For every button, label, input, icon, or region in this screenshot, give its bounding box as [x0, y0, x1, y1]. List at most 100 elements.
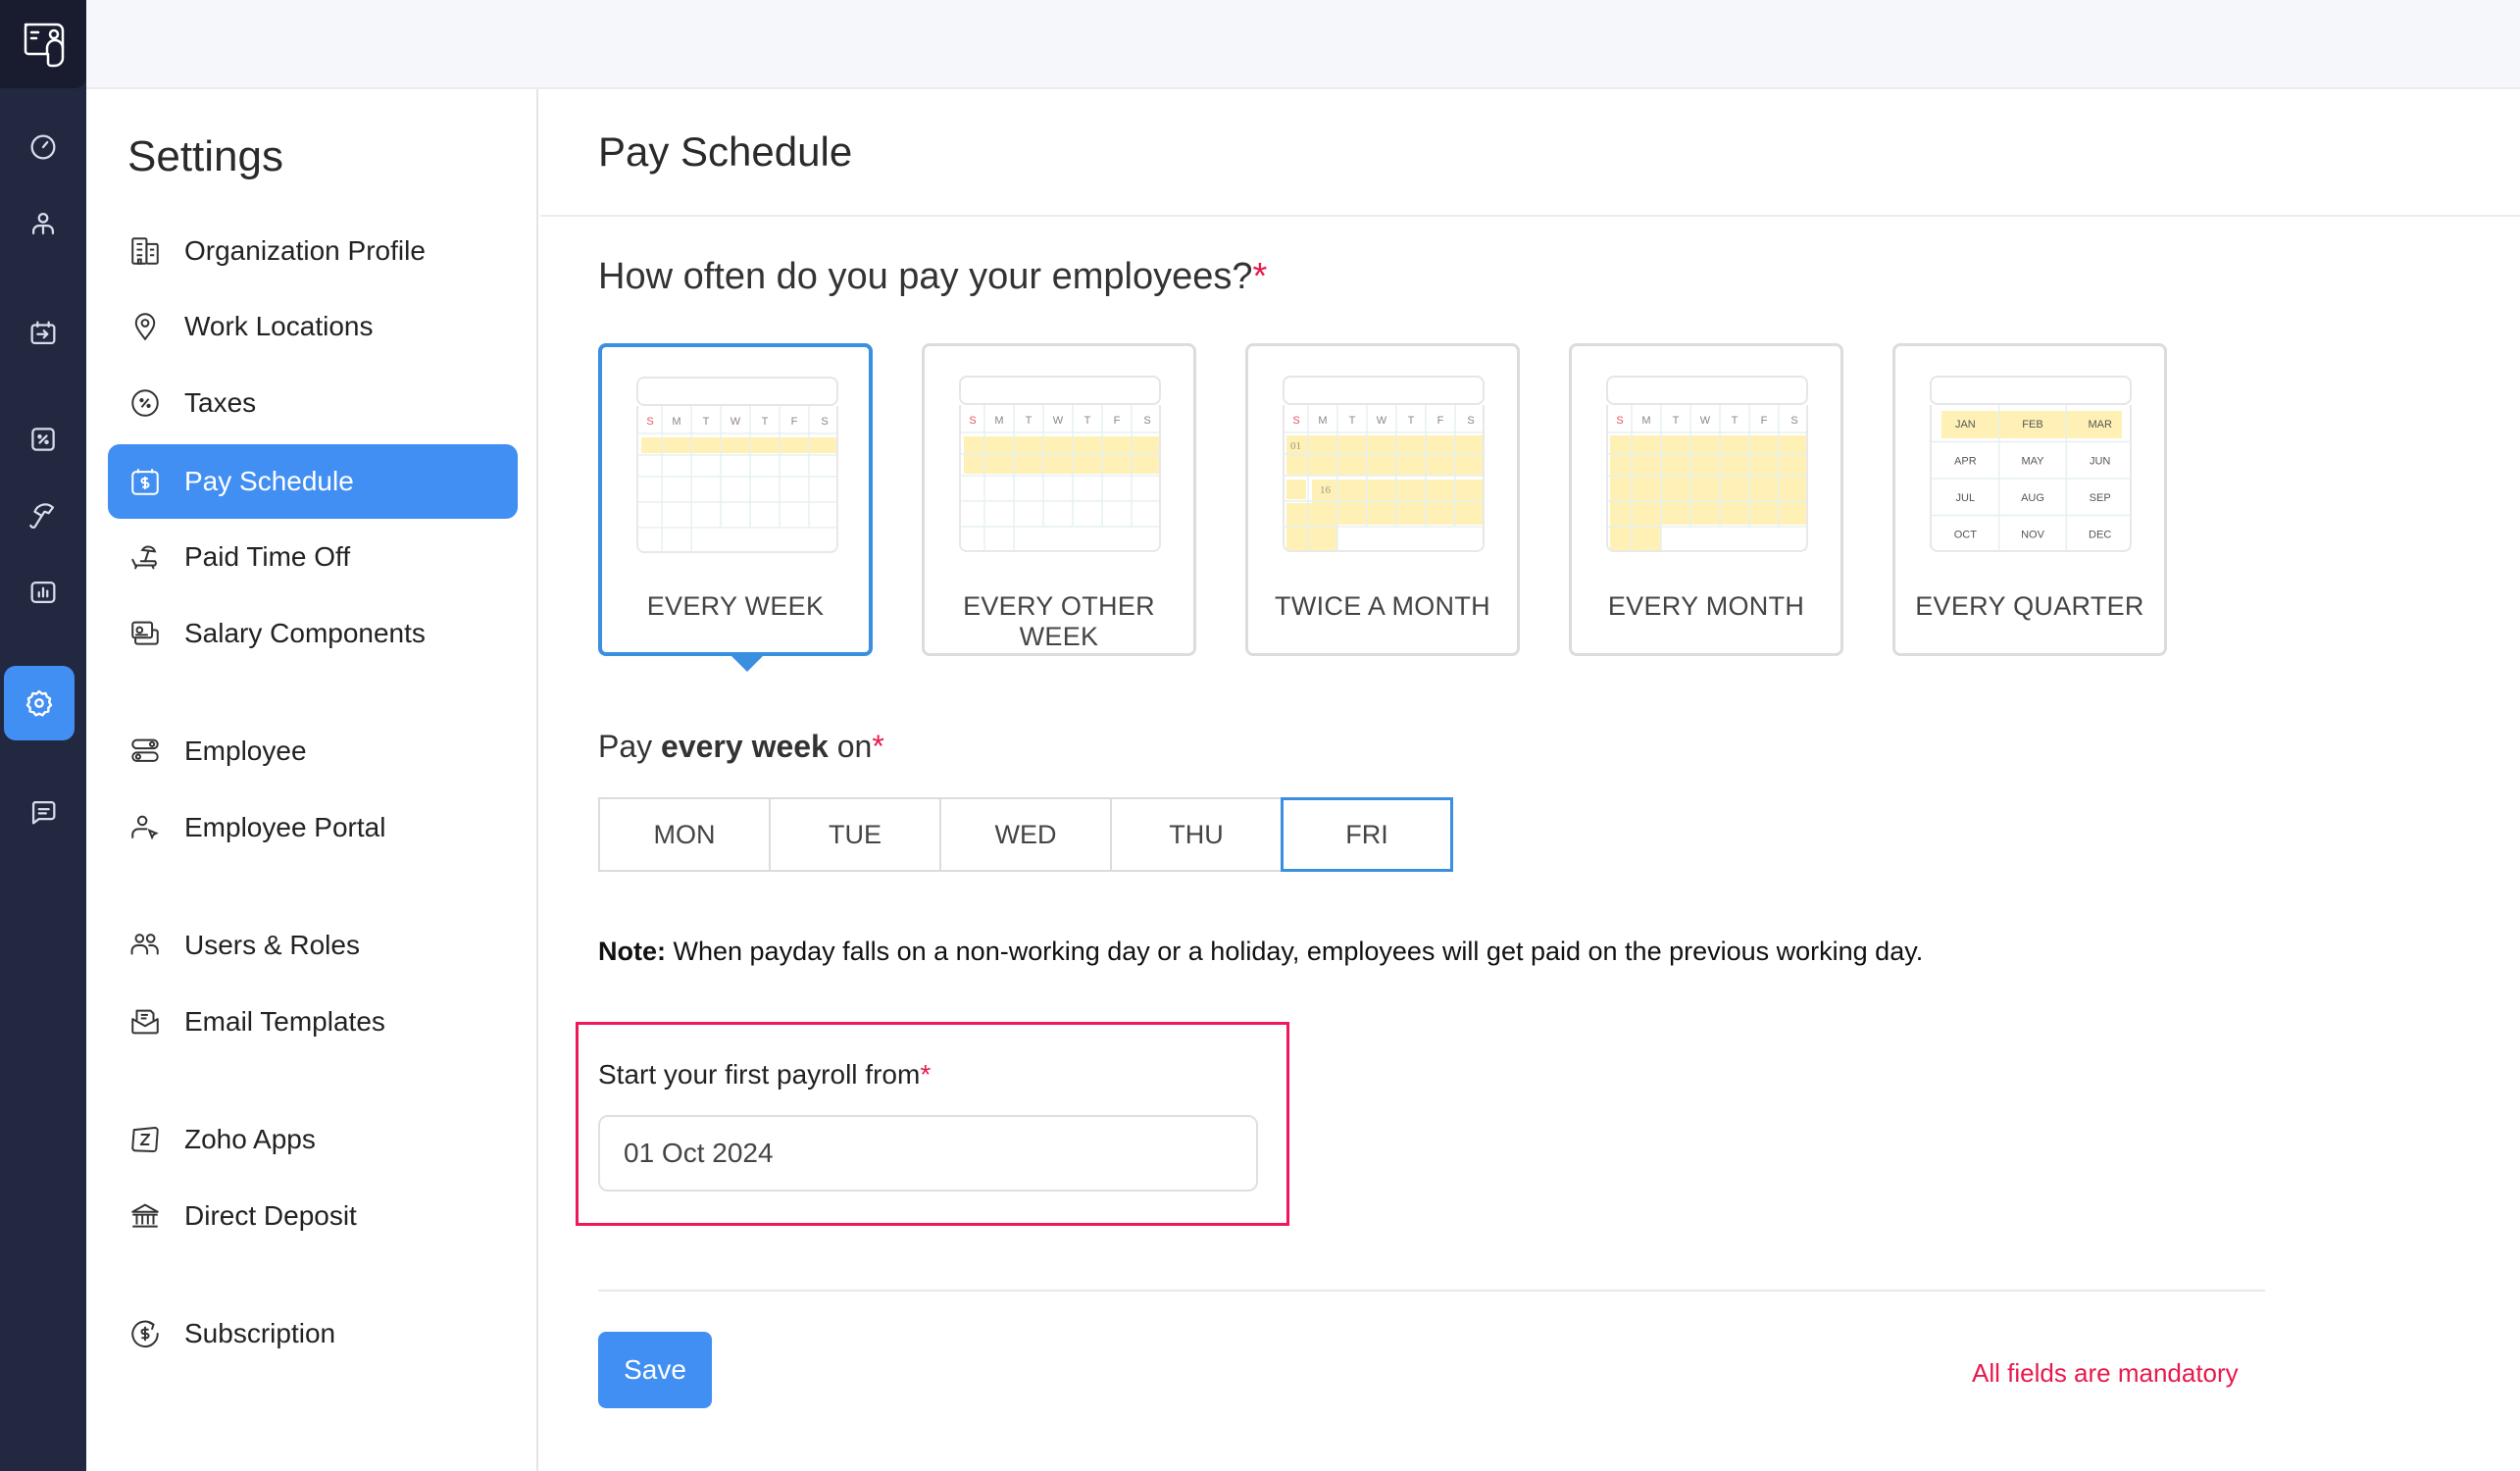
calendar-header-bar: [959, 376, 1161, 405]
settings-item-label: Employee: [184, 736, 307, 766]
settings-item-salary-components[interactable]: Salary Components: [108, 596, 518, 671]
settings-item-employee-portal[interactable]: Employee Portal: [108, 790, 518, 865]
question-text: How often do you pay your employees?: [598, 256, 1253, 297]
day-option-tue[interactable]: TUE: [769, 797, 941, 872]
frequency-card-every-other-week[interactable]: S M T W T F S EVERY OTHER WEEK: [922, 343, 1196, 656]
pay-frequency-question: How often do you pay your employees?*: [598, 256, 1267, 298]
settings-item-label: Work Locations: [184, 311, 374, 341]
rail-benefits[interactable]: [0, 488, 86, 543]
pay-on-suffix: on: [828, 729, 873, 764]
settings-item-users-roles[interactable]: Users & Roles: [108, 908, 518, 983]
feedback-icon: [31, 800, 56, 825]
calendar-header-bar: [636, 377, 838, 406]
payday-note: Note: When payday falls on a non-working…: [598, 937, 1923, 967]
calendar-header-bar: [1283, 376, 1485, 405]
user-cursor-icon: [127, 810, 163, 845]
dashboard-icon: [30, 134, 56, 160]
weekday-letter: F: [791, 416, 798, 428]
calendar-illustration: S M T W T F S 01 16: [1283, 376, 1485, 552]
settings-item-taxes[interactable]: Taxes: [108, 366, 518, 440]
pay-period-highlight: [1610, 525, 1661, 550]
start-date-label-text: Start your first payroll from: [598, 1059, 921, 1090]
frequency-label: EVERY OTHER WEEK: [963, 591, 1155, 651]
weekday-letter: W: [1700, 415, 1711, 427]
main-content: Pay Schedule How often do you pay your e…: [540, 89, 2520, 1471]
calendar-illustration: SMTWTFS: [959, 376, 1161, 552]
settings-item-paid-time-off[interactable]: Paid Time Off: [108, 520, 518, 594]
title-divider: [540, 215, 2520, 217]
month-label: DEC: [2089, 529, 2111, 540]
settings-item-pay-schedule[interactable]: Pay Schedule: [108, 444, 518, 519]
frequency-card-every-week[interactable]: S M T W T F S EVERY WEEK: [598, 343, 873, 672]
rail-settings[interactable]: [4, 666, 75, 740]
rail-taxes[interactable]: [0, 412, 86, 467]
frequency-card-every-month[interactable]: S M T W T F S EVERY MONTH: [1569, 343, 1843, 656]
percent-icon: [127, 385, 163, 421]
day-option-mon[interactable]: MON: [598, 797, 771, 872]
pay-period-highlight: [1312, 525, 1337, 550]
calendar-grid: S M T W T F S 01 16: [1283, 405, 1485, 552]
rail-pay-runs[interactable]: [0, 306, 86, 361]
pay-on-label: Pay every week on*: [598, 729, 884, 765]
app-logo[interactable]: [0, 0, 86, 88]
settings-item-label: Salary Components: [184, 618, 426, 648]
day-option-wed[interactable]: WED: [939, 797, 1112, 872]
day-option-thu[interactable]: THU: [1110, 797, 1283, 872]
calendar-grid: SMTWTFS: [959, 405, 1161, 552]
weekday-letter: S: [1467, 415, 1474, 427]
month-label: JUN: [2090, 455, 2110, 467]
settings-item-label: Direct Deposit: [184, 1200, 357, 1231]
location-pin-icon: [127, 309, 163, 344]
required-mark: *: [872, 729, 884, 764]
frequency-label: EVERY MONTH: [1607, 591, 1805, 621]
pay-on-prefix: Pay: [598, 729, 662, 764]
settings-item-employee[interactable]: Employee: [108, 714, 518, 788]
rail-feedback[interactable]: [0, 785, 86, 839]
pay-period-highlight: [641, 437, 836, 453]
month-label: FEB: [2022, 419, 2042, 431]
frequency-card-every-quarter[interactable]: JAN FEB MAR APR MAY JUN JUL AUG SEP OCT NOV DEC EVE…: [1892, 343, 2167, 656]
dollar-calendar-icon: [127, 464, 163, 499]
weekday-letter: W: [731, 416, 741, 428]
month-label: JAN: [1955, 419, 1976, 431]
weekday-letter: T: [703, 416, 710, 428]
rail-employees[interactable]: [0, 196, 86, 251]
start-date-input[interactable]: [598, 1115, 1258, 1192]
save-button[interactable]: Save: [598, 1332, 712, 1408]
frequency-label: EVERY WEEK: [646, 591, 825, 621]
settings-item-work-locations[interactable]: Work Locations: [108, 289, 518, 364]
rail-reports[interactable]: [0, 565, 86, 620]
pay-day-selector: MON TUE WED THU FRI: [598, 797, 1453, 872]
form-divider: [598, 1290, 2265, 1292]
weekday-letter: T: [1349, 415, 1356, 427]
settings-item-direct-deposit[interactable]: Direct Deposit: [108, 1179, 518, 1253]
day-option-fri[interactable]: FRI: [1281, 797, 1453, 872]
settings-item-label: Employee Portal: [184, 812, 386, 842]
weekday-letter: S: [1143, 415, 1150, 427]
weekday-letter: T: [1732, 415, 1739, 427]
month-label: JUL: [1956, 492, 1976, 504]
settings-item-zoho-apps[interactable]: Zoho Apps: [108, 1102, 518, 1177]
rail-dashboard[interactable]: [0, 120, 86, 175]
settings-item-organization-profile[interactable]: Organization Profile: [108, 214, 518, 288]
calendar-illustration: JAN FEB MAR APR MAY JUN JUL AUG SEP OCT NOV DEC: [1930, 376, 2132, 552]
benefits-icon: [29, 503, 55, 529]
settings-item-email-templates[interactable]: Email Templates: [108, 985, 518, 1059]
subscription-icon: [127, 1316, 163, 1351]
frequency-card-twice-a-month[interactable]: S M T W T F S 01 16 TWICE A MONTH: [1245, 343, 1520, 656]
weekday-letter: S: [1292, 415, 1299, 427]
weekday-letter: T: [1026, 415, 1033, 427]
settings-item-label: Zoho Apps: [184, 1124, 316, 1154]
pay-period-highlight: [964, 436, 1159, 474]
page-title: Pay Schedule: [598, 128, 853, 175]
weekday-letter: T: [762, 416, 769, 428]
weekday-letter: S: [1616, 415, 1623, 427]
day-marker: 01: [1290, 440, 1301, 452]
pay-runs-icon: [30, 321, 56, 345]
month-label: APR: [1954, 455, 1977, 467]
settings-item-subscription[interactable]: Subscription: [108, 1296, 518, 1371]
weekday-letter: T: [1084, 415, 1091, 427]
email-icon: [127, 1004, 163, 1040]
pay-on-frequency: every week: [661, 729, 829, 764]
weekday-letter: M: [672, 416, 680, 428]
